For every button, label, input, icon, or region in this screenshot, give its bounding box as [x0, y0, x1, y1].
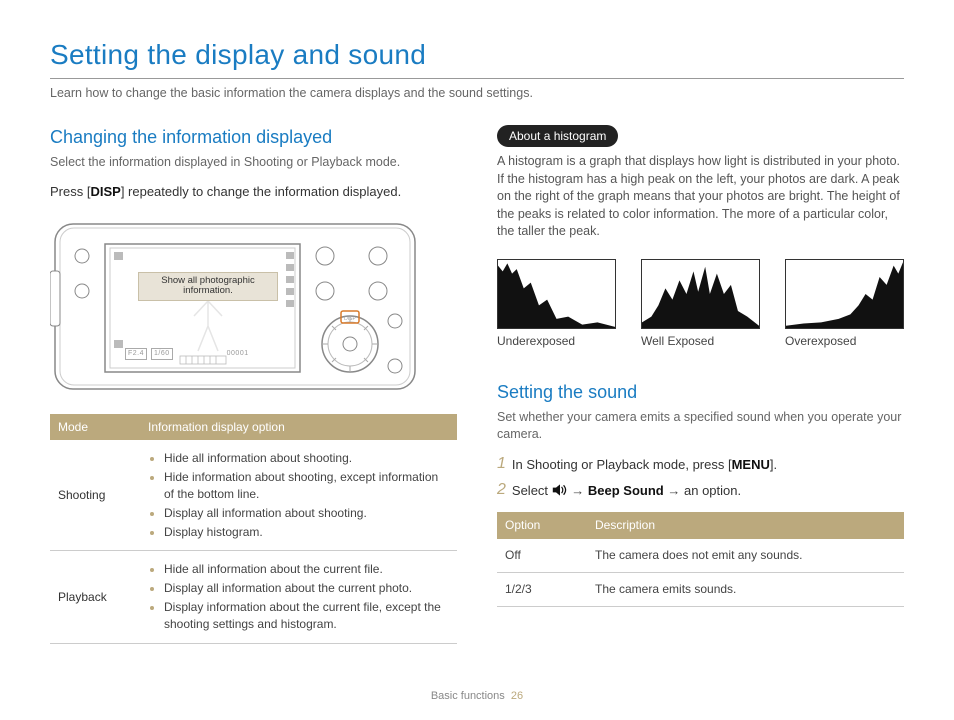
step-number: 2 — [497, 482, 506, 500]
sound-icon — [552, 483, 572, 498]
list-item: Hide all information about shooting. — [164, 450, 449, 467]
list-item: Display histogram. — [164, 524, 449, 541]
table-row: Off The camera does not emit any sounds. — [497, 539, 904, 572]
histogram-label: Underexposed — [497, 333, 616, 350]
th-option: Option — [497, 512, 587, 539]
mode-cell: Shooting — [50, 440, 140, 550]
histogram-wellexposed — [641, 259, 760, 329]
step1-prefix: In Shooting or Playback mode, press [ — [512, 457, 732, 472]
section-heading-sound: Setting the sound — [497, 380, 904, 405]
sound-option-table: Option Description Off The camera does n… — [497, 512, 904, 606]
table-row: 1/2/3 The camera emits sounds. — [497, 572, 904, 606]
histogram-label: Well Exposed — [641, 333, 760, 350]
histogram-underexposed — [497, 259, 616, 329]
table-row: Shooting Hide all information about shoo… — [50, 440, 457, 550]
histogram-label: Overexposed — [785, 333, 904, 350]
th-option: Information display option — [140, 414, 457, 441]
camera-screen-readout: F2.4 1/60 00001 — [125, 348, 249, 360]
th-description: Description — [587, 512, 904, 539]
arrow-icon: → — [667, 483, 684, 498]
arrow-icon: → — [571, 483, 588, 498]
desc-cell: The camera emits sounds. — [587, 572, 904, 606]
press-suffix: ] repeatedly to change the information d… — [121, 184, 401, 199]
display-mode-table: Mode Information display option Shooting… — [50, 414, 457, 644]
table-row: Playback Hide all information about the … — [50, 551, 457, 643]
screen-counter: 00001 — [227, 349, 249, 359]
page-title: Setting the display and sound — [50, 35, 904, 74]
th-mode: Mode — [50, 414, 140, 441]
footer-page-number: 26 — [511, 690, 523, 702]
option-cell: 1/2/3 — [497, 572, 587, 606]
histogram-description: A histogram is a graph that displays how… — [497, 153, 904, 241]
camera-illustration: DISP Show all photographic information. … — [50, 216, 457, 396]
press-instruction: Press [DISP] repeatedly to change the in… — [50, 183, 457, 201]
step2-prefix: Select — [512, 483, 552, 498]
disp-button-label: DISP — [90, 184, 120, 199]
intro-text: Learn how to change the basic informatio… — [50, 85, 904, 103]
beep-sound-label: Beep Sound — [588, 483, 664, 498]
right-column: About a histogram A histogram is a graph… — [497, 125, 904, 644]
footer-section: Basic functions — [431, 690, 505, 702]
section-sub-sound: Set whether your camera emits a specifie… — [497, 409, 904, 444]
section-sub-display: Select the information displayed in Shoo… — [50, 154, 457, 172]
menu-button-label: MENU — [732, 457, 770, 472]
screen-shutter: 1/60 — [151, 348, 173, 360]
option-cell: Off — [497, 539, 587, 572]
step-number: 1 — [497, 456, 506, 474]
mode-cell: Playback — [50, 551, 140, 643]
list-item: Display all information about the curren… — [164, 580, 449, 597]
list-item: Display information about the current fi… — [164, 599, 449, 633]
histogram-row: Underexposed Well Exposed Overexposed — [497, 259, 904, 350]
page-footer: Basic functions 26 — [0, 689, 954, 704]
desc-cell: The camera does not emit any sounds. — [587, 539, 904, 572]
list-item: Display all information about shooting. — [164, 505, 449, 522]
screen-aperture: F2.4 — [125, 348, 147, 360]
histogram-pill: About a histogram — [497, 125, 618, 148]
list-item: Hide all information about the current f… — [164, 561, 449, 578]
step1-suffix: ]. — [770, 457, 777, 472]
step-2: 2 Select → Beep Sound → an option. — [497, 482, 904, 500]
title-rule — [50, 78, 904, 79]
step2-suffix: an option. — [684, 483, 741, 498]
camera-svg: DISP — [50, 216, 420, 396]
step-1: 1 In Shooting or Playback mode, press [M… — [497, 456, 904, 474]
svg-text:DISP: DISP — [344, 316, 356, 322]
section-heading-display: Changing the information displayed — [50, 125, 457, 150]
histogram-overexposed — [785, 259, 904, 329]
list-item: Hide information about shooting, except … — [164, 469, 449, 503]
left-column: Changing the information displayed Selec… — [50, 125, 457, 644]
press-prefix: Press [ — [50, 184, 90, 199]
camera-tooltip: Show all photographic information. — [138, 272, 278, 302]
